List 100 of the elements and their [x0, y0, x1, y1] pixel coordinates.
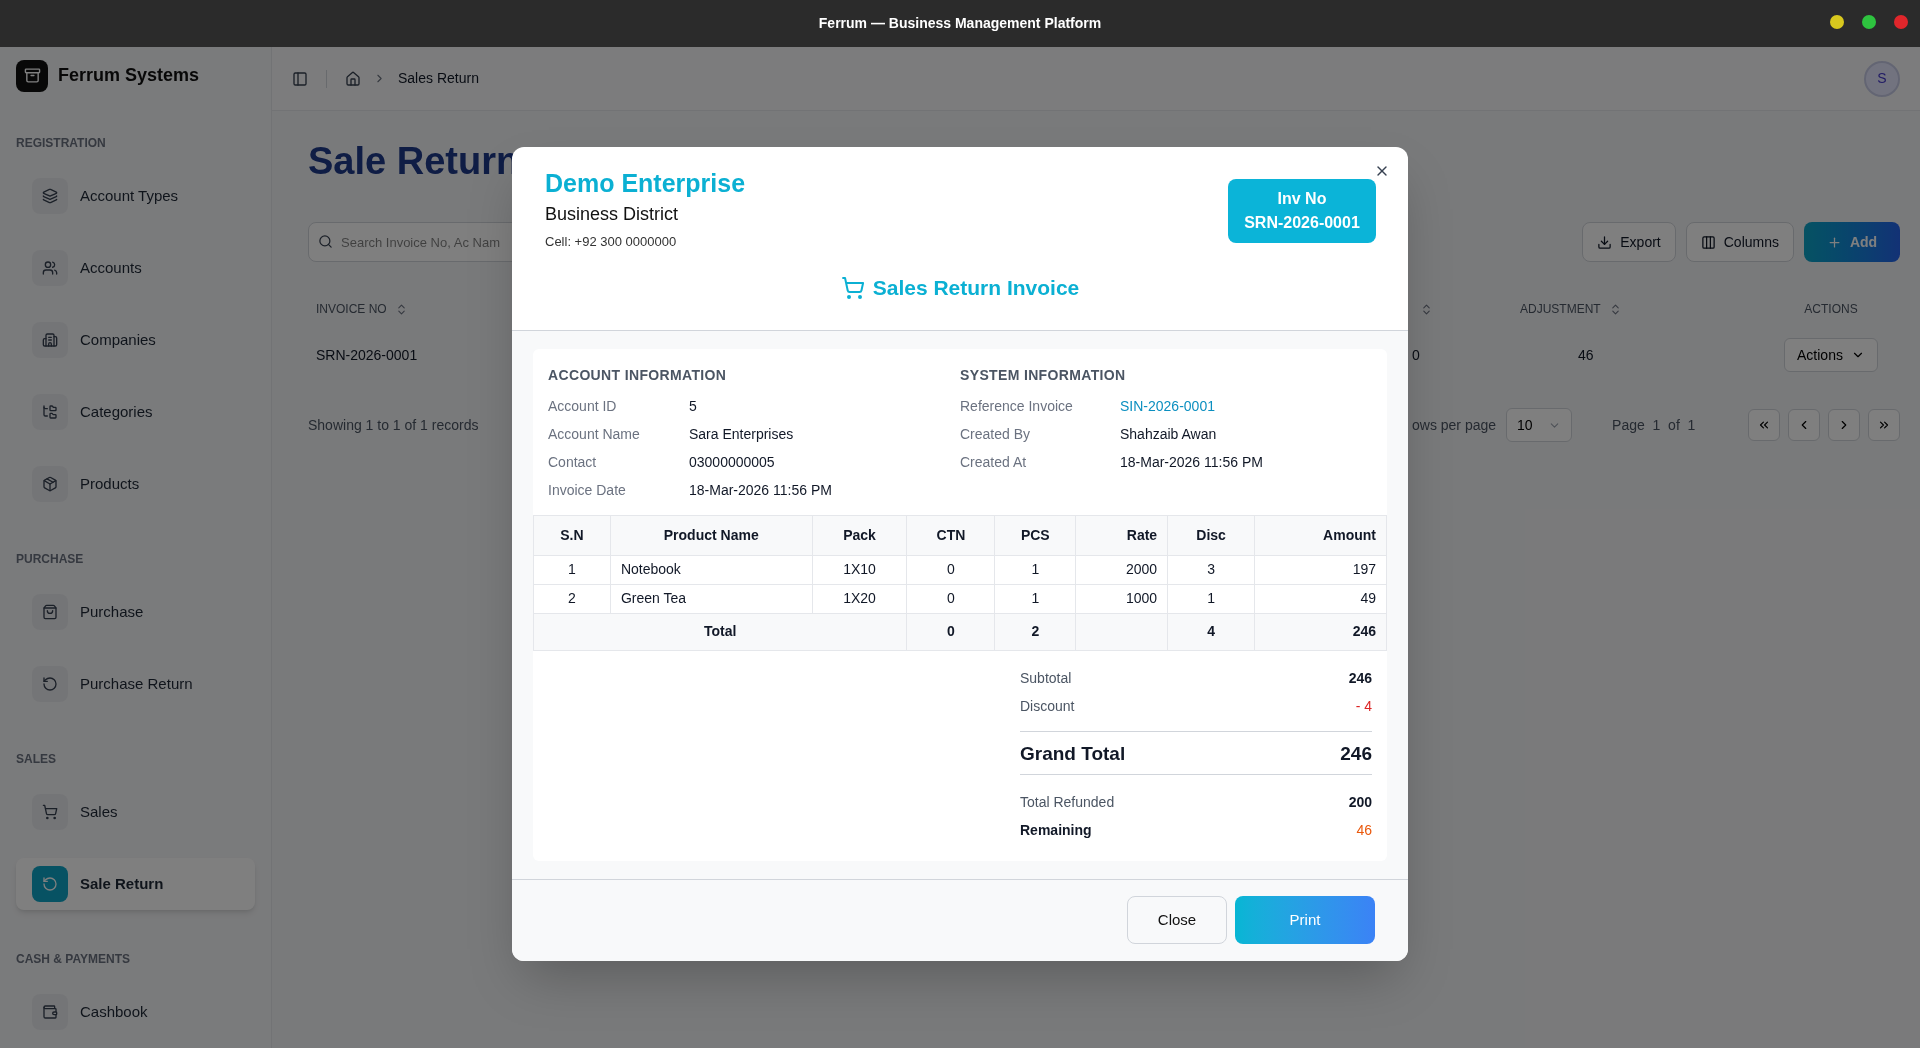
field-value: 18-Mar-2026 11:56 PM — [689, 481, 832, 500]
field-value: Shahzaib Awan — [1120, 425, 1217, 444]
column-header: Amount — [1254, 515, 1387, 555]
table-cell-text: SRN-2026-0001 — [315, 345, 419, 365]
summary-value: 200 — [1348, 793, 1372, 812]
table-cell: 1 — [533, 555, 611, 584]
field-label: Created At — [960, 453, 1028, 472]
column-header: Rate — [1075, 515, 1168, 555]
bag-icon — [32, 594, 68, 630]
field-label: Account Name — [548, 425, 641, 444]
sidebar-item[interactable]: Account Types — [16, 170, 255, 222]
table-cell: 0 — [907, 584, 995, 613]
logo-icon — [16, 59, 48, 92]
field-value: 03000000005 — [689, 453, 775, 472]
export-button[interactable]: Export — [1582, 222, 1676, 262]
badge-value: SRN-2026-0001 — [1244, 213, 1360, 233]
table-cell: Green Tea — [610, 584, 813, 613]
summary-label: Remaining — [1020, 821, 1092, 840]
field-label: Invoice Date — [548, 481, 627, 500]
column-header: PCS — [994, 515, 1076, 555]
table-cell: 2 — [994, 613, 1076, 650]
field-label: Account ID — [548, 397, 618, 416]
summary-value: - 4 — [1355, 697, 1372, 716]
table-cell: 0 — [907, 555, 995, 584]
table-cell: 1000 — [1075, 584, 1168, 613]
sidebar-item[interactable]: Categories — [16, 386, 255, 438]
company-name: Demo Enterprise — [545, 168, 746, 199]
sidebar-item[interactable]: Sales — [16, 786, 255, 838]
column-header: ACTIONS — [1804, 301, 1858, 318]
sidebar-item[interactable]: Purchase — [16, 586, 255, 638]
double-chevron-left-icon — [1757, 418, 1771, 432]
table-cell: 246 — [1254, 613, 1387, 650]
section-heading: REGISTRATION — [16, 135, 107, 152]
layers-icon — [32, 178, 68, 214]
column-header: Product Name — [610, 515, 813, 555]
section-heading: SYSTEM INFORMATION — [960, 365, 1127, 385]
section-heading: PURCHASE — [16, 551, 85, 568]
close-button[interactable]: Close — [1127, 896, 1227, 944]
avatar[interactable]: S — [1864, 60, 1900, 97]
plus-icon — [1826, 234, 1842, 250]
sidebar-item[interactable]: Accounts — [16, 242, 255, 294]
sidebar-item[interactable]: Purchase Return — [16, 658, 255, 710]
cart-icon — [840, 275, 865, 300]
rows-per-page-label: ows per page — [1412, 415, 1497, 435]
home-icon[interactable] — [345, 70, 361, 87]
table-cell: 0 — [907, 613, 995, 650]
field-value: 5 — [689, 397, 697, 416]
total-label: Total — [533, 613, 907, 650]
brand-name: Ferrum Systems — [58, 64, 200, 87]
table-cell: Notebook — [610, 555, 813, 584]
summary-value: 246 — [1348, 669, 1372, 688]
section-heading: CASH & PAYMENTS — [16, 951, 132, 968]
page-indicator: Page 1 of 1 — [1612, 415, 1696, 435]
field-label: Reference Invoice — [960, 397, 1074, 416]
summary-label: Grand Total — [1020, 742, 1126, 767]
tree-icon — [32, 394, 68, 430]
columns-icon — [1700, 234, 1716, 250]
table-cell: 4 — [1167, 613, 1255, 650]
sidebar-item[interactable]: Companies — [16, 314, 255, 366]
column-header: ADJUSTMENT — [1520, 301, 1601, 318]
field-value: Sara Enterprises — [689, 425, 794, 444]
sidebar-item[interactable]: Products — [16, 458, 255, 510]
sidebar-item[interactable]: Sale Return — [16, 858, 255, 910]
rows-per-page-select[interactable]: 10 — [1506, 408, 1573, 442]
column-header: Disc — [1167, 515, 1255, 555]
cart-icon — [32, 794, 68, 830]
box-icon — [32, 466, 68, 502]
company-phone: Cell: +92 300 0000000 — [545, 233, 678, 251]
sidebar-toggle-icon[interactable] — [292, 70, 308, 87]
invoice-title: Sales Return Invoice — [872, 274, 1080, 301]
summary-label: Subtotal — [1020, 669, 1072, 688]
column-header: S.N — [533, 515, 611, 555]
table-cell: 1X20 — [812, 584, 907, 613]
section-heading: SALES — [16, 751, 57, 768]
summary-label: Total Refunded — [1020, 793, 1115, 812]
table-cell: 197 — [1254, 555, 1387, 584]
first-page-button[interactable] — [1748, 409, 1780, 441]
print-button[interactable]: Print — [1235, 896, 1375, 944]
columns-button[interactable]: Columns — [1685, 222, 1794, 262]
summary-label: Discount — [1020, 697, 1075, 716]
breadcrumb[interactable]: Sales Return — [398, 68, 479, 89]
undo-icon — [32, 666, 68, 702]
actions-dropdown[interactable]: Actions — [1784, 338, 1878, 372]
table-cell-text: 0 — [1412, 345, 1421, 365]
table-cell-text: 46 — [1577, 345, 1595, 365]
column-header: Pack — [812, 515, 907, 555]
building-icon — [32, 322, 68, 358]
company-address: Business District — [545, 203, 680, 226]
field-value: 18-Mar-2026 11:56 PM — [1120, 453, 1263, 472]
table-cell: 1 — [1167, 584, 1255, 613]
sidebar-item[interactable]: Cashbook — [16, 986, 255, 1038]
table-cell: 2 — [533, 584, 611, 613]
sort-icon[interactable] — [1420, 302, 1433, 316]
table-cell: 1 — [994, 555, 1076, 584]
window-title: Ferrum — Business Management Platform — [818, 14, 1102, 33]
reference-link[interactable]: SIN-2026-0001 — [1120, 396, 1215, 417]
table-cell: 1X10 — [812, 555, 907, 584]
records-summary: Showing 1 to 1 of 1 records — [308, 415, 479, 435]
add-button[interactable]: Add — [1804, 222, 1900, 262]
last-page-button[interactable] — [1868, 409, 1900, 441]
